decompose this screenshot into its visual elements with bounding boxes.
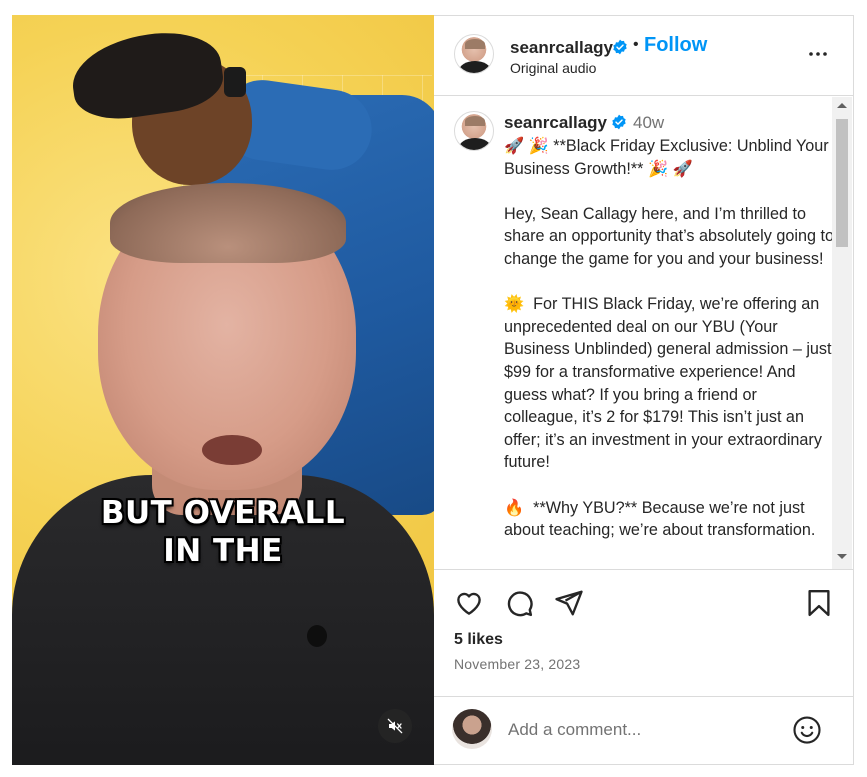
reel-video[interactable]: BUT OVERALL IN THE — [12, 15, 434, 765]
caption-author-line: seanrcallagy 40w — [504, 113, 664, 133]
mute-toggle-button[interactable] — [378, 709, 412, 743]
post-timestamp[interactable]: 40w — [633, 113, 664, 132]
follow-button[interactable]: Follow — [644, 34, 707, 57]
lapel-microphone — [307, 625, 327, 647]
video-subtitle-line-2: IN THE — [163, 533, 283, 569]
verified-badge-icon — [612, 114, 626, 130]
header-separator: • — [633, 36, 639, 53]
post-details-panel: seanrcallagy • Follow Original audio sea… — [434, 15, 854, 765]
audio-label[interactable]: Original audio — [510, 60, 596, 76]
speaker-hair — [110, 183, 346, 263]
heart-icon[interactable] — [454, 588, 484, 618]
speaker-muted-icon — [387, 718, 403, 734]
add-comment-bar — [434, 696, 854, 766]
caption-scrollbar-thumb[interactable] — [836, 119, 848, 247]
bookmark-icon[interactable] — [804, 588, 834, 618]
caption-scroll-area[interactable]: seanrcallagy 40w 🚀 🎉 **Black Friday Excl… — [434, 97, 854, 569]
post-caption: 🚀 🎉 **Black Friday Exclusive: Unblind Yo… — [504, 137, 834, 540]
caption-author-username[interactable]: seanrcallagy — [504, 113, 607, 132]
video-subtitle-line-1: BUT OVERALL — [100, 495, 346, 531]
comment-input[interactable] — [508, 717, 778, 743]
likes-count[interactable]: 5 likes — [454, 631, 503, 649]
scroll-down-arrow-icon[interactable] — [837, 554, 847, 559]
comment-bubble-icon[interactable] — [504, 588, 534, 618]
background-person-watch — [224, 67, 246, 97]
post-date[interactable]: November 23, 2023 — [454, 656, 580, 672]
current-user-avatar — [452, 709, 492, 749]
speaker-mouth — [202, 435, 262, 465]
smiley-icon[interactable] — [792, 715, 822, 745]
author-username[interactable]: seanrcallagy — [510, 38, 613, 58]
verified-badge-icon — [613, 39, 627, 55]
post-header: seanrcallagy • Follow Original audio — [434, 16, 854, 96]
more-horizontal-icon[interactable] — [806, 42, 830, 66]
post-actions: 5 likes November 23, 2023 — [434, 569, 854, 687]
scroll-up-arrow-icon[interactable] — [837, 103, 847, 108]
caption-author-avatar[interactable] — [454, 111, 494, 151]
paper-plane-icon[interactable] — [554, 588, 584, 618]
author-avatar[interactable] — [454, 34, 494, 74]
